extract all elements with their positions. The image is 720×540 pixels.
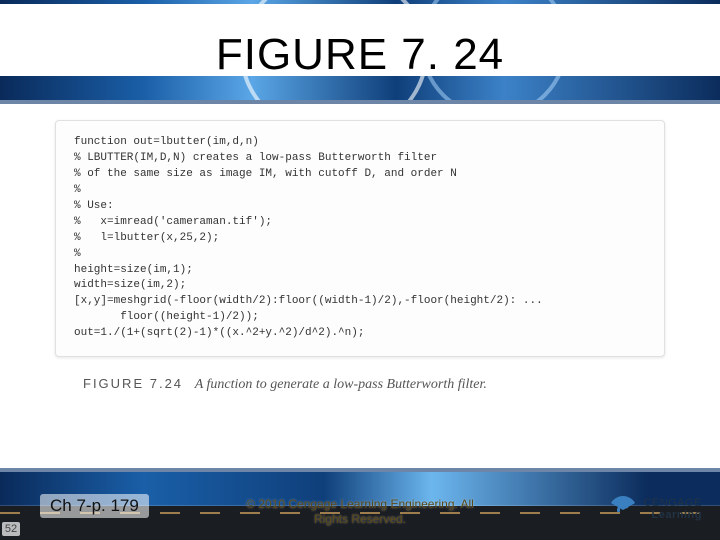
code-card: function out=lbutter(im,d,n) % LBUTTER(I… — [55, 120, 665, 357]
copyright-line1: © 2010 Cengage Learning Engineering. All — [246, 497, 474, 511]
top-divider — [0, 100, 720, 104]
figure-caption-label: FIGURE 7.24 — [83, 376, 183, 391]
cengage-logo: CENGAGE Learning — [609, 496, 702, 524]
code-listing: function out=lbutter(im,d,n) % LBUTTER(I… — [74, 135, 646, 342]
content-area: function out=lbutter(im,d,n) % LBUTTER(I… — [55, 120, 665, 450]
footer: 52 Ch 7-p. 179 © 2010 Cengage Learning E… — [0, 472, 720, 540]
slide: FIGURE 7. 24 function out=lbutter(im,d,n… — [0, 0, 720, 540]
logo-line2: Learning — [643, 510, 702, 522]
slide-title: FIGURE 7. 24 — [176, 24, 544, 80]
cengage-logo-text: CENGAGE Learning — [643, 498, 702, 521]
title-area: FIGURE 7. 24 — [0, 4, 720, 100]
cengage-logo-icon — [609, 496, 637, 524]
copyright-line2: Rights Reserved. — [314, 512, 406, 526]
figure-caption-desc: A function to generate a low-pass Butter… — [195, 377, 487, 392]
figure-caption: FIGURE 7.24 A function to generate a low… — [83, 375, 665, 393]
